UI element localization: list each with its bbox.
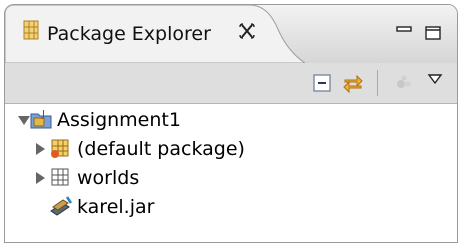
tree-item-default-package[interactable]: (default package) — [5, 135, 457, 163]
minimize-icon[interactable] — [396, 25, 412, 39]
close-icon[interactable] — [238, 22, 256, 40]
tree-item-label: karel.jar — [77, 196, 155, 218]
tree-item-worlds[interactable]: worlds — [5, 164, 457, 192]
tab-label: Package Explorer — [47, 23, 211, 45]
jar-icon — [49, 195, 73, 217]
link-with-editor-icon[interactable] — [342, 72, 364, 94]
java-project-icon: J — [29, 108, 53, 130]
expanded-arrow-icon[interactable] — [17, 112, 30, 126]
tree-item-project[interactable]: J Assignment1 — [5, 106, 457, 134]
package-icon — [49, 137, 73, 159]
tree-item-karel-jar[interactable]: karel.jar — [5, 193, 457, 221]
view-toolbar — [5, 63, 457, 104]
tree-item-label: Assignment1 — [57, 109, 181, 131]
svg-text:J: J — [41, 109, 45, 120]
tab-package-explorer[interactable]: Package Explorer — [5, 5, 305, 63]
tree-item-label: worlds — [77, 167, 140, 189]
view-tab-strip: Package Explorer — [5, 5, 457, 63]
focus-on-active-task-icon[interactable] — [393, 72, 415, 94]
view-menu-icon[interactable] — [427, 71, 443, 85]
toolbar-separator — [377, 70, 378, 96]
collapsed-arrow-icon[interactable] — [33, 170, 45, 184]
collapsed-arrow-icon[interactable] — [33, 141, 45, 155]
package-explorer-view: Package Explorer J Assignment1 (default … — [4, 4, 458, 243]
folder-package-icon — [49, 166, 73, 188]
collapse-all-icon[interactable] — [311, 72, 333, 94]
tree-item-label: (default package) — [77, 138, 245, 160]
maximize-icon[interactable] — [425, 25, 441, 40]
package-tree: J Assignment1 (default package) worlds k… — [5, 104, 457, 242]
package-explorer-icon — [23, 20, 39, 40]
